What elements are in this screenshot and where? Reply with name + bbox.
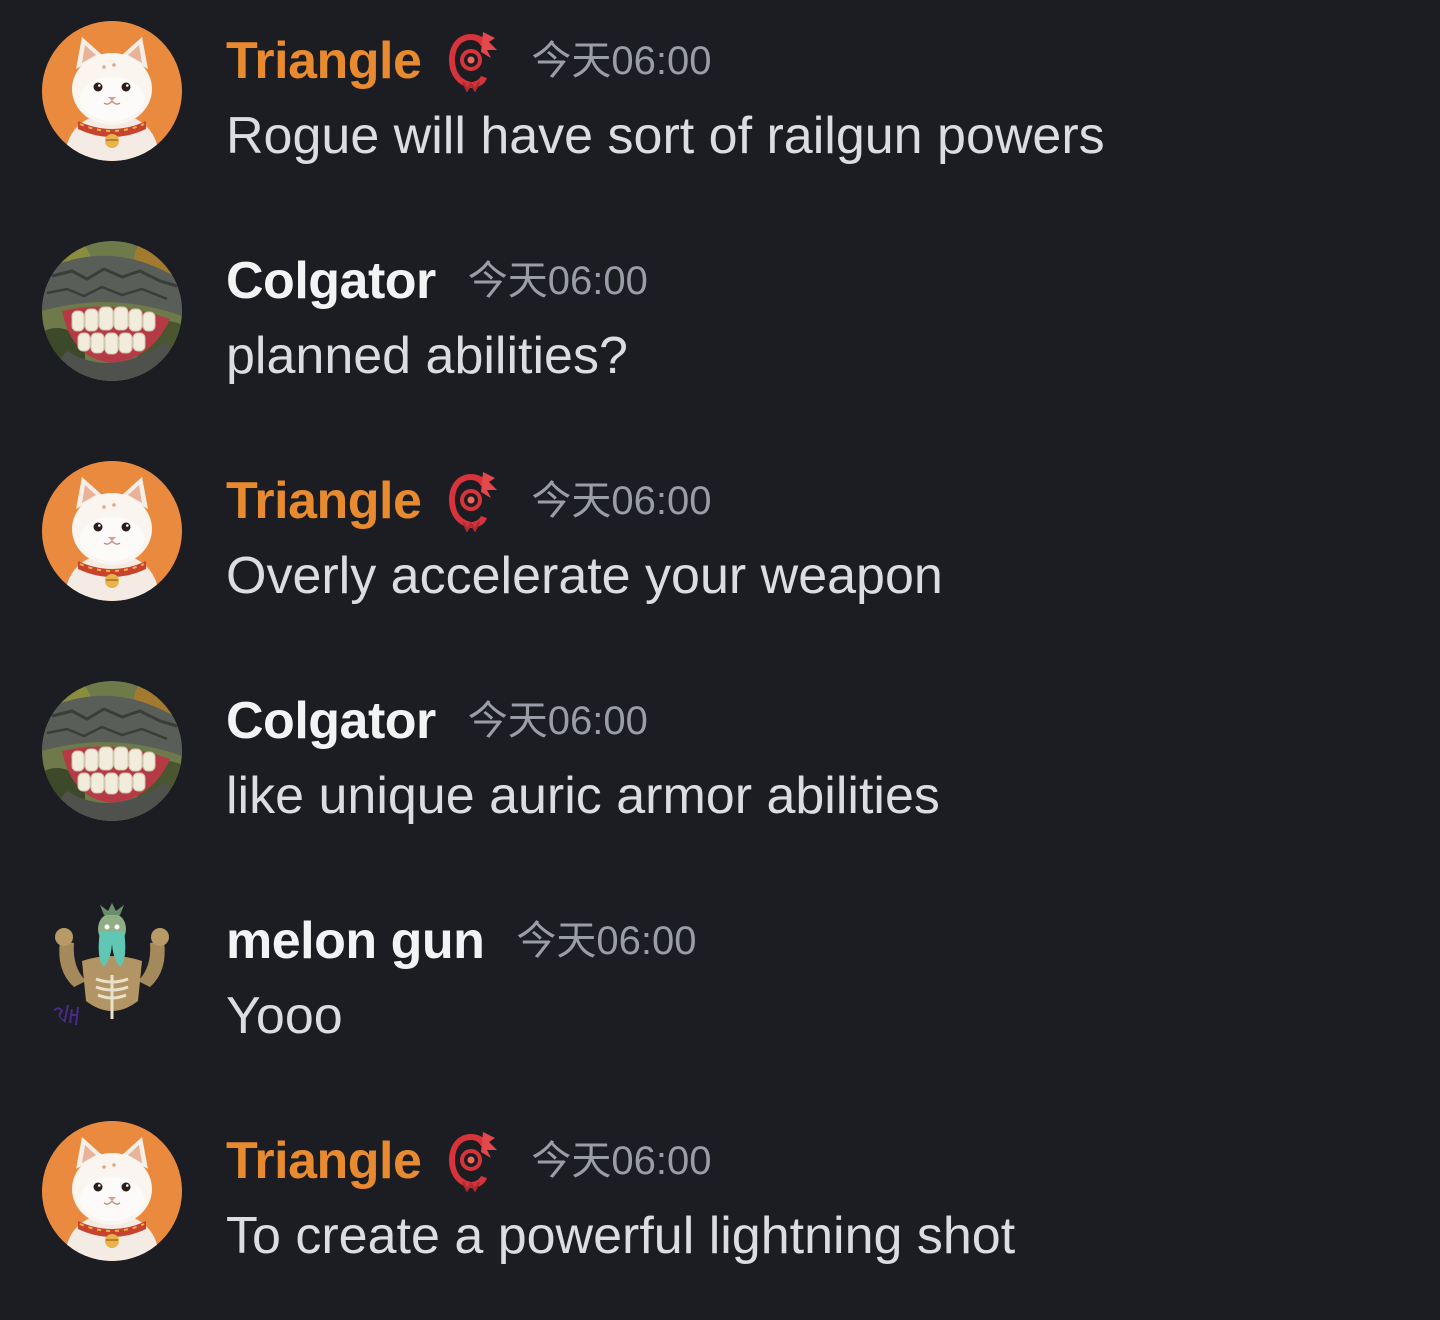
chat-message[interactable]: Triangle 今天06:00 To create a powerful li… (0, 1100, 1440, 1320)
message-header: Colgator 今天06:00 (226, 686, 648, 756)
chat-message-list: Triangle 今天06:00 Rogue will have sort of… (0, 0, 1440, 1297)
username[interactable]: Triangle (226, 26, 422, 96)
username[interactable]: Colgator (226, 686, 436, 756)
message-text: Overly accelerate your weapon (226, 547, 943, 605)
red-role-emblem-icon[interactable] (443, 1130, 499, 1192)
timestamp: 今天06:00 (531, 39, 712, 83)
username[interactable]: Triangle (226, 466, 422, 536)
message-header: Colgator 今天06:00 (226, 246, 648, 316)
chat-message[interactable]: Colgator 今天06:00 like unique auric armor… (0, 660, 1440, 880)
chat-message[interactable]: Colgator 今天06:00 planned abilities? (0, 220, 1440, 440)
timestamp: 今天06:00 (531, 1139, 712, 1183)
red-role-emblem-icon[interactable] (443, 30, 499, 92)
muscular-creature-avatar[interactable] (42, 901, 182, 1041)
cat-avatar[interactable] (42, 1121, 182, 1261)
chat-message[interactable]: melon gun 今天06:00 Yooo (0, 880, 1440, 1100)
timestamp: 今天06:00 (467, 259, 648, 303)
message-header: Triangle 今天06:00 (226, 26, 712, 96)
alligator-teeth-avatar[interactable] (42, 681, 182, 821)
cat-avatar[interactable] (42, 21, 182, 161)
red-role-emblem-icon[interactable] (443, 470, 499, 532)
message-text: Rogue will have sort of railgun powers (226, 107, 1105, 165)
message-text: like unique auric armor abilities (226, 767, 940, 825)
chat-message[interactable]: Triangle 今天06:00 Rogue will have sort of… (0, 0, 1440, 220)
message-text: To create a powerful lightning shot (226, 1207, 1016, 1265)
timestamp: 今天06:00 (516, 919, 697, 963)
timestamp: 今天06:00 (531, 479, 712, 523)
message-text: planned abilities? (226, 327, 628, 385)
message-header: melon gun 今天06:00 (226, 906, 696, 976)
message-text: Yooo (226, 987, 343, 1045)
message-header: Triangle 今天06:00 (226, 1126, 712, 1196)
username[interactable]: Colgator (226, 246, 436, 316)
message-header: Triangle 今天06:00 (226, 466, 712, 536)
alligator-teeth-avatar[interactable] (42, 241, 182, 381)
cat-avatar[interactable] (42, 461, 182, 601)
chat-message[interactable]: Triangle 今天06:00 Overly accelerate your … (0, 440, 1440, 660)
timestamp: 今天06:00 (467, 699, 648, 743)
username[interactable]: Triangle (226, 1126, 422, 1196)
username[interactable]: melon gun (226, 906, 485, 976)
